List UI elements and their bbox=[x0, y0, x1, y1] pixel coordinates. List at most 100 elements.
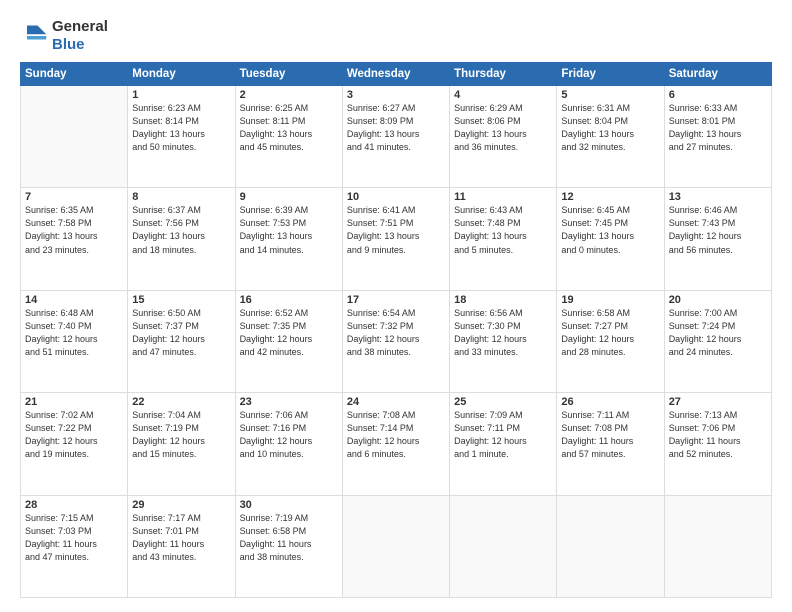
day-number: 20 bbox=[669, 294, 767, 306]
calendar-cell: 29Sunrise: 7:17 AM Sunset: 7:01 PM Dayli… bbox=[128, 495, 235, 597]
calendar-week-row: 1Sunrise: 6:23 AM Sunset: 8:14 PM Daylig… bbox=[21, 86, 772, 188]
calendar-cell: 4Sunrise: 6:29 AM Sunset: 8:06 PM Daylig… bbox=[450, 86, 557, 188]
day-number: 21 bbox=[25, 396, 123, 408]
day-number: 19 bbox=[561, 294, 659, 306]
day-info: Sunrise: 6:52 AM Sunset: 7:35 PM Dayligh… bbox=[240, 307, 338, 359]
calendar-cell: 22Sunrise: 7:04 AM Sunset: 7:19 PM Dayli… bbox=[128, 393, 235, 495]
day-info: Sunrise: 6:35 AM Sunset: 7:58 PM Dayligh… bbox=[25, 204, 123, 256]
day-info: Sunrise: 6:46 AM Sunset: 7:43 PM Dayligh… bbox=[669, 204, 767, 256]
calendar-cell: 24Sunrise: 7:08 AM Sunset: 7:14 PM Dayli… bbox=[342, 393, 449, 495]
logo-text: General Blue bbox=[52, 18, 108, 54]
day-number: 26 bbox=[561, 396, 659, 408]
weekday-header-wednesday: Wednesday bbox=[342, 63, 449, 86]
day-info: Sunrise: 6:48 AM Sunset: 7:40 PM Dayligh… bbox=[25, 307, 123, 359]
day-number: 23 bbox=[240, 396, 338, 408]
calendar-cell: 2Sunrise: 6:25 AM Sunset: 8:11 PM Daylig… bbox=[235, 86, 342, 188]
day-number: 6 bbox=[669, 89, 767, 101]
weekday-header-sunday: Sunday bbox=[21, 63, 128, 86]
calendar-cell: 20Sunrise: 7:00 AM Sunset: 7:24 PM Dayli… bbox=[664, 290, 771, 392]
day-number: 5 bbox=[561, 89, 659, 101]
day-number: 30 bbox=[240, 499, 338, 511]
day-info: Sunrise: 6:39 AM Sunset: 7:53 PM Dayligh… bbox=[240, 204, 338, 256]
calendar-cell: 3Sunrise: 6:27 AM Sunset: 8:09 PM Daylig… bbox=[342, 86, 449, 188]
day-info: Sunrise: 6:45 AM Sunset: 7:45 PM Dayligh… bbox=[561, 204, 659, 256]
calendar-table: SundayMondayTuesdayWednesdayThursdayFrid… bbox=[20, 62, 772, 598]
day-info: Sunrise: 7:06 AM Sunset: 7:16 PM Dayligh… bbox=[240, 409, 338, 461]
day-number: 1 bbox=[132, 89, 230, 101]
calendar-cell: 12Sunrise: 6:45 AM Sunset: 7:45 PM Dayli… bbox=[557, 188, 664, 290]
calendar-cell: 1Sunrise: 6:23 AM Sunset: 8:14 PM Daylig… bbox=[128, 86, 235, 188]
calendar-cell: 30Sunrise: 7:19 AM Sunset: 6:58 PM Dayli… bbox=[235, 495, 342, 597]
day-number: 11 bbox=[454, 191, 552, 203]
day-number: 14 bbox=[25, 294, 123, 306]
day-number: 9 bbox=[240, 191, 338, 203]
calendar-cell: 8Sunrise: 6:37 AM Sunset: 7:56 PM Daylig… bbox=[128, 188, 235, 290]
day-info: Sunrise: 6:58 AM Sunset: 7:27 PM Dayligh… bbox=[561, 307, 659, 359]
day-info: Sunrise: 6:27 AM Sunset: 8:09 PM Dayligh… bbox=[347, 102, 445, 154]
calendar-cell: 23Sunrise: 7:06 AM Sunset: 7:16 PM Dayli… bbox=[235, 393, 342, 495]
day-number: 3 bbox=[347, 89, 445, 101]
day-info: Sunrise: 6:25 AM Sunset: 8:11 PM Dayligh… bbox=[240, 102, 338, 154]
day-info: Sunrise: 7:09 AM Sunset: 7:11 PM Dayligh… bbox=[454, 409, 552, 461]
day-info: Sunrise: 6:37 AM Sunset: 7:56 PM Dayligh… bbox=[132, 204, 230, 256]
calendar-cell: 6Sunrise: 6:33 AM Sunset: 8:01 PM Daylig… bbox=[664, 86, 771, 188]
day-info: Sunrise: 6:54 AM Sunset: 7:32 PM Dayligh… bbox=[347, 307, 445, 359]
day-info: Sunrise: 6:56 AM Sunset: 7:30 PM Dayligh… bbox=[454, 307, 552, 359]
header: General Blue bbox=[20, 18, 772, 54]
day-info: Sunrise: 7:13 AM Sunset: 7:06 PM Dayligh… bbox=[669, 409, 767, 461]
calendar-week-row: 7Sunrise: 6:35 AM Sunset: 7:58 PM Daylig… bbox=[21, 188, 772, 290]
day-info: Sunrise: 6:31 AM Sunset: 8:04 PM Dayligh… bbox=[561, 102, 659, 154]
weekday-header-tuesday: Tuesday bbox=[235, 63, 342, 86]
day-info: Sunrise: 7:15 AM Sunset: 7:03 PM Dayligh… bbox=[25, 512, 123, 564]
day-info: Sunrise: 6:43 AM Sunset: 7:48 PM Dayligh… bbox=[454, 204, 552, 256]
day-info: Sunrise: 6:23 AM Sunset: 8:14 PM Dayligh… bbox=[132, 102, 230, 154]
calendar-cell bbox=[21, 86, 128, 188]
calendar-cell: 17Sunrise: 6:54 AM Sunset: 7:32 PM Dayli… bbox=[342, 290, 449, 392]
calendar-cell bbox=[557, 495, 664, 597]
calendar-week-row: 14Sunrise: 6:48 AM Sunset: 7:40 PM Dayli… bbox=[21, 290, 772, 392]
calendar-cell: 26Sunrise: 7:11 AM Sunset: 7:08 PM Dayli… bbox=[557, 393, 664, 495]
day-info: Sunrise: 6:29 AM Sunset: 8:06 PM Dayligh… bbox=[454, 102, 552, 154]
calendar-cell: 7Sunrise: 6:35 AM Sunset: 7:58 PM Daylig… bbox=[21, 188, 128, 290]
calendar-cell: 19Sunrise: 6:58 AM Sunset: 7:27 PM Dayli… bbox=[557, 290, 664, 392]
day-number: 10 bbox=[347, 191, 445, 203]
day-number: 12 bbox=[561, 191, 659, 203]
day-number: 29 bbox=[132, 499, 230, 511]
calendar-cell: 15Sunrise: 6:50 AM Sunset: 7:37 PM Dayli… bbox=[128, 290, 235, 392]
weekday-header-monday: Monday bbox=[128, 63, 235, 86]
day-number: 13 bbox=[669, 191, 767, 203]
day-number: 15 bbox=[132, 294, 230, 306]
calendar-cell: 14Sunrise: 6:48 AM Sunset: 7:40 PM Dayli… bbox=[21, 290, 128, 392]
calendar-cell: 21Sunrise: 7:02 AM Sunset: 7:22 PM Dayli… bbox=[21, 393, 128, 495]
day-number: 22 bbox=[132, 396, 230, 408]
day-number: 16 bbox=[240, 294, 338, 306]
calendar-cell: 13Sunrise: 6:46 AM Sunset: 7:43 PM Dayli… bbox=[664, 188, 771, 290]
day-number: 17 bbox=[347, 294, 445, 306]
day-number: 25 bbox=[454, 396, 552, 408]
weekday-header-thursday: Thursday bbox=[450, 63, 557, 86]
calendar-cell: 16Sunrise: 6:52 AM Sunset: 7:35 PM Dayli… bbox=[235, 290, 342, 392]
calendar-cell: 28Sunrise: 7:15 AM Sunset: 7:03 PM Dayli… bbox=[21, 495, 128, 597]
day-info: Sunrise: 7:17 AM Sunset: 7:01 PM Dayligh… bbox=[132, 512, 230, 564]
day-info: Sunrise: 6:33 AM Sunset: 8:01 PM Dayligh… bbox=[669, 102, 767, 154]
day-info: Sunrise: 7:08 AM Sunset: 7:14 PM Dayligh… bbox=[347, 409, 445, 461]
weekday-header-row: SundayMondayTuesdayWednesdayThursdayFrid… bbox=[21, 63, 772, 86]
weekday-header-friday: Friday bbox=[557, 63, 664, 86]
calendar-cell: 5Sunrise: 6:31 AM Sunset: 8:04 PM Daylig… bbox=[557, 86, 664, 188]
calendar-cell: 11Sunrise: 6:43 AM Sunset: 7:48 PM Dayli… bbox=[450, 188, 557, 290]
logo-icon bbox=[20, 22, 48, 50]
day-number: 28 bbox=[25, 499, 123, 511]
calendar-cell bbox=[664, 495, 771, 597]
day-info: Sunrise: 6:41 AM Sunset: 7:51 PM Dayligh… bbox=[347, 204, 445, 256]
calendar-cell bbox=[342, 495, 449, 597]
calendar-cell: 10Sunrise: 6:41 AM Sunset: 7:51 PM Dayli… bbox=[342, 188, 449, 290]
calendar-cell: 9Sunrise: 6:39 AM Sunset: 7:53 PM Daylig… bbox=[235, 188, 342, 290]
day-info: Sunrise: 7:11 AM Sunset: 7:08 PM Dayligh… bbox=[561, 409, 659, 461]
day-number: 27 bbox=[669, 396, 767, 408]
day-number: 24 bbox=[347, 396, 445, 408]
calendar-week-row: 21Sunrise: 7:02 AM Sunset: 7:22 PM Dayli… bbox=[21, 393, 772, 495]
calendar-week-row: 28Sunrise: 7:15 AM Sunset: 7:03 PM Dayli… bbox=[21, 495, 772, 597]
day-number: 4 bbox=[454, 89, 552, 101]
calendar-cell: 18Sunrise: 6:56 AM Sunset: 7:30 PM Dayli… bbox=[450, 290, 557, 392]
day-info: Sunrise: 7:04 AM Sunset: 7:19 PM Dayligh… bbox=[132, 409, 230, 461]
